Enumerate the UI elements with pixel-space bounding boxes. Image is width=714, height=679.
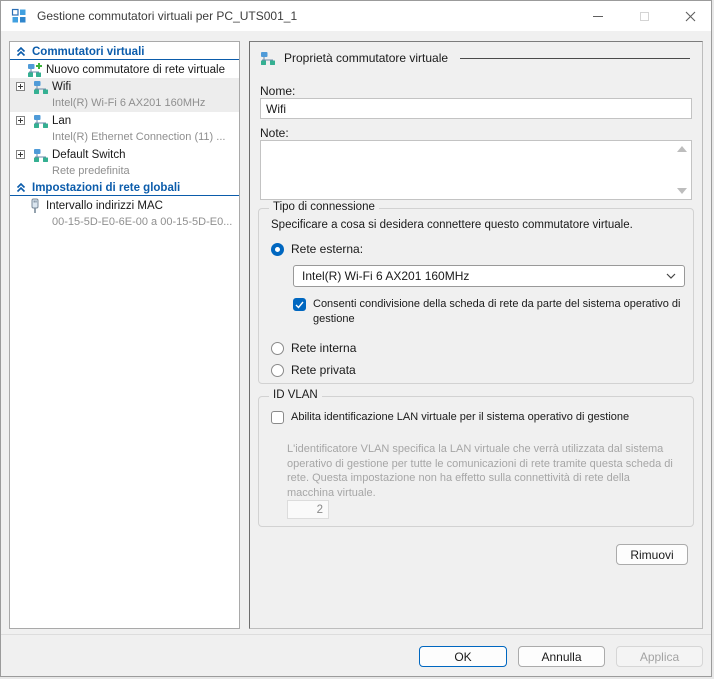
header-rule [460,57,690,59]
connection-type-group: Tipo di connessione Specificare a cosa s… [258,201,694,384]
selected-tree-block: Wifi Intel(R) Wi-Fi 6 AX201 160MHz [10,78,239,112]
cancel-button-label: Annulla [541,649,582,664]
name-input[interactable] [260,98,692,119]
private-network-radio-row[interactable]: Rete privata [271,363,356,377]
name-label: Nome: [260,84,296,98]
new-virtual-switch-icon [28,62,42,77]
tree-item-wifi[interactable]: Wifi [10,78,239,95]
expand-plus-icon[interactable] [16,150,25,159]
check-icon [295,301,304,309]
tree-item-mac-range[interactable]: Intervallo indirizzi MAC [10,197,239,214]
collapse-chevron-icon [16,46,26,56]
minimize-button[interactable] [575,1,621,31]
vlan-description: L'identificatore VLAN specifica la LAN v… [287,443,673,499]
virtual-switch-icon [34,114,48,128]
external-network-label: Rete esterna: [291,242,364,256]
connection-instruction: Specificare a cosa si desidera connetter… [271,219,633,231]
chevron-down-icon [666,273,676,279]
internal-network-label: Rete interna [291,341,357,355]
virtual-switch-icon [34,80,48,94]
vlan-group: ID VLAN Abilita identificazione LAN virt… [258,389,694,527]
maximize-button [621,1,667,31]
section-title: Commutatori virtuali [32,45,145,58]
internal-network-radio-row[interactable]: Rete interna [271,341,356,355]
share-adapter-checkbox-row[interactable]: Consenti condivisione della scheda di re… [293,297,687,327]
remove-button-label: Rimuovi [630,547,674,562]
tree-item-label: Wifi [52,80,72,93]
internal-network-radio[interactable] [271,342,284,355]
ok-button-label: OK [454,649,472,664]
properties-header-title: Proprietà commutatore virtuale [284,51,449,65]
private-network-label: Rete privata [291,363,356,377]
virtual-switch-icon [34,148,48,162]
adapter-dropdown[interactable]: Intel(R) Wi-Fi 6 AX201 160MHz [293,265,685,287]
switch-manager-app-icon [11,8,26,23]
tree-item-default-switch[interactable]: Default Switch [10,146,239,163]
maximize-icon [639,11,649,21]
window-title: Gestione commutatori virtuali per PC_UTS… [37,9,298,23]
tree-item-lan[interactable]: Lan [10,112,239,129]
vlan-id-input [287,500,329,519]
apply-button-label: Applica [639,649,680,664]
connection-group-title: Tipo di connessione [269,201,379,213]
scroll-down-icon[interactable] [677,188,687,194]
ok-button[interactable]: OK [419,646,507,667]
share-adapter-checkbox[interactable] [293,298,306,311]
expand-plus-icon[interactable] [16,116,25,125]
mac-address-icon [31,198,39,213]
vlan-group-title: ID VLAN [269,389,322,401]
remove-button[interactable]: Rimuovi [616,544,688,565]
vlan-enable-label: Abilita identificazione LAN virtuale per… [291,411,630,423]
adapter-selected-value: Intel(R) Wi-Fi 6 AX201 160MHz [302,269,470,283]
close-button[interactable] [667,1,711,31]
footer-divider [1,634,711,635]
virtual-switch-manager-window: Gestione commutatori virtuali per PC_UTS… [0,0,712,677]
tree-item-default-subtitle: Rete predefinita [52,165,130,177]
notes-label: Note: [260,126,289,140]
tree-item-wifi-subtitle: Intel(R) Wi-Fi 6 AX201 160MHz [52,97,206,109]
tree-item-lan-subtitle: Intel(R) Ethernet Connection (11) ... [52,131,226,143]
tree-item-mac-subtitle: 00-15-5D-E0-6E-00 a 00-15-5D-E0... [52,216,233,228]
tree-item-label: Intervallo indirizzi MAC [46,199,163,212]
tree-item-label: Default Switch [52,148,126,161]
close-icon [685,11,695,21]
cancel-button[interactable]: Annulla [518,646,605,667]
section-header-virtual-switches[interactable]: Commutatori virtuali [10,44,239,60]
properties-header: Proprietà commutatore virtuale [260,50,690,66]
external-network-radio-row[interactable]: Rete esterna: [271,242,363,256]
vlan-enable-checkbox[interactable] [271,411,284,424]
switch-tree-panel: Commutatori virtuali Nuovo commutatore d… [9,41,240,629]
share-adapter-label: Consenti condivisione della scheda di re… [313,298,681,325]
tree-item-label: Lan [52,114,72,127]
private-network-radio[interactable] [271,364,284,377]
tree-item-label: Nuovo commutatore di rete virtuale [46,63,225,76]
virtual-switch-icon [261,52,275,65]
titlebar: Gestione commutatori virtuali per PC_UTS… [1,1,711,31]
expand-plus-icon[interactable] [16,82,25,91]
apply-button: Applica [616,646,703,667]
notes-textarea[interactable] [260,140,692,200]
section-header-global-settings[interactable]: Impostazioni di rete globali [10,180,239,196]
section-title: Impostazioni di rete globali [32,181,181,194]
scroll-up-icon[interactable] [677,146,687,152]
tree-item-new-switch[interactable]: Nuovo commutatore di rete virtuale [10,61,239,78]
collapse-chevron-icon [16,182,26,192]
minimize-icon [593,15,603,17]
switch-properties-panel: Proprietà commutatore virtuale Nome: Not… [249,41,703,629]
vlan-enable-checkbox-row[interactable]: Abilita identificazione LAN virtuale per… [271,410,686,425]
external-network-radio[interactable] [271,243,284,256]
